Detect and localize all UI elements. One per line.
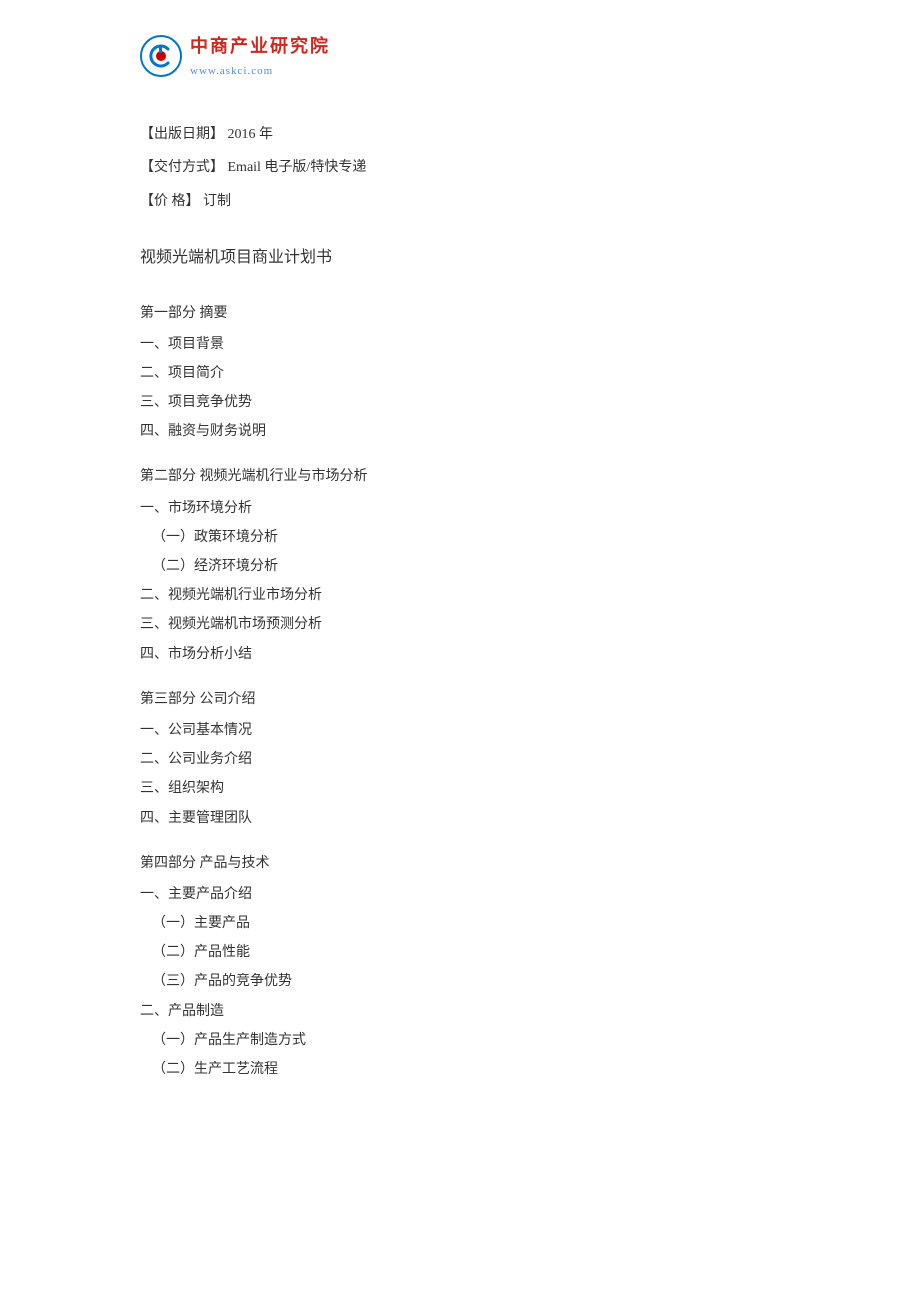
- price-label: 【价 格】: [140, 194, 200, 209]
- toc-part2-title: 第二部分 视频光端机行业与市场分析: [140, 464, 780, 489]
- meta-delivery: 【交付方式】 Email 电子版/特快专递: [140, 155, 780, 180]
- toc-sub-item: （二）生产工艺流程: [140, 1057, 780, 1082]
- toc-item: 二、产品制造: [140, 999, 780, 1024]
- toc-item: 三、组织架构: [140, 776, 780, 801]
- toc-item: 四、主要管理团队: [140, 806, 780, 831]
- delivery-label: 【交付方式】: [140, 160, 224, 175]
- publish-date-label: 【出版日期】: [140, 127, 224, 142]
- toc-sub-item: （二）经济环境分析: [140, 554, 780, 579]
- toc-item: 一、市场环境分析: [140, 496, 780, 521]
- toc-part3-title: 第三部分 公司介绍: [140, 687, 780, 712]
- delivery-value: Email 电子版/特快专递: [228, 160, 367, 175]
- toc-sub-item: （一）政策环境分析: [140, 525, 780, 550]
- logo-text-container: 中商产业研究院 www.askci.com: [190, 30, 330, 82]
- toc-item: 四、市场分析小结: [140, 642, 780, 667]
- toc-sub-item: （二）产品性能: [140, 940, 780, 965]
- toc-sub-item: （三）产品的竞争优势: [140, 969, 780, 994]
- toc-part2: 第二部分 视频光端机行业与市场分析 一、市场环境分析 （一）政策环境分析 （二）…: [140, 464, 780, 666]
- toc-part1-title: 第一部分 摘要: [140, 301, 780, 326]
- toc-item: 二、公司业务介绍: [140, 747, 780, 772]
- toc-item: 三、项目竞争优势: [140, 390, 780, 415]
- toc-part4: 第四部分 产品与技术 一、主要产品介绍 （一）主要产品 （二）产品性能 （三）产…: [140, 851, 780, 1083]
- meta-section: 【出版日期】 2016 年 【交付方式】 Email 电子版/特快专递 【价 格…: [140, 122, 780, 214]
- toc-item: 四、融资与财务说明: [140, 419, 780, 444]
- toc-item: 一、项目背景: [140, 332, 780, 357]
- header-logo: 中商产业研究院 www.askci.com: [140, 30, 780, 82]
- meta-publish-date: 【出版日期】 2016 年: [140, 122, 780, 147]
- meta-price: 【价 格】 订制: [140, 189, 780, 214]
- page-container: 中商产业研究院 www.askci.com 【出版日期】 2016 年 【交付方…: [0, 0, 920, 1302]
- toc-item: 一、公司基本情况: [140, 718, 780, 743]
- price-value: 订制: [203, 194, 231, 209]
- toc-part1: 第一部分 摘要 一、项目背景 二、项目简介 三、项目竞争优势 四、融资与财务说明: [140, 301, 780, 445]
- logo-main-text: 中商产业研究院: [190, 30, 330, 62]
- toc-item: 三、视频光端机市场预测分析: [140, 612, 780, 637]
- logo-icon: [140, 35, 182, 77]
- toc-sub-item: （一）主要产品: [140, 911, 780, 936]
- toc-item: 二、视频光端机行业市场分析: [140, 583, 780, 608]
- toc-sub-item: （一）产品生产制造方式: [140, 1028, 780, 1053]
- report-title: 视频光端机项目商业计划书: [140, 244, 780, 273]
- toc-item: 二、项目简介: [140, 361, 780, 386]
- logo-sub-text: www.askci.com: [190, 62, 330, 82]
- publish-date-value: 2016 年: [228, 127, 274, 142]
- toc-part3: 第三部分 公司介绍 一、公司基本情况 二、公司业务介绍 三、组织架构 四、主要管…: [140, 687, 780, 831]
- toc-item: 一、主要产品介绍: [140, 882, 780, 907]
- toc-part4-title: 第四部分 产品与技术: [140, 851, 780, 876]
